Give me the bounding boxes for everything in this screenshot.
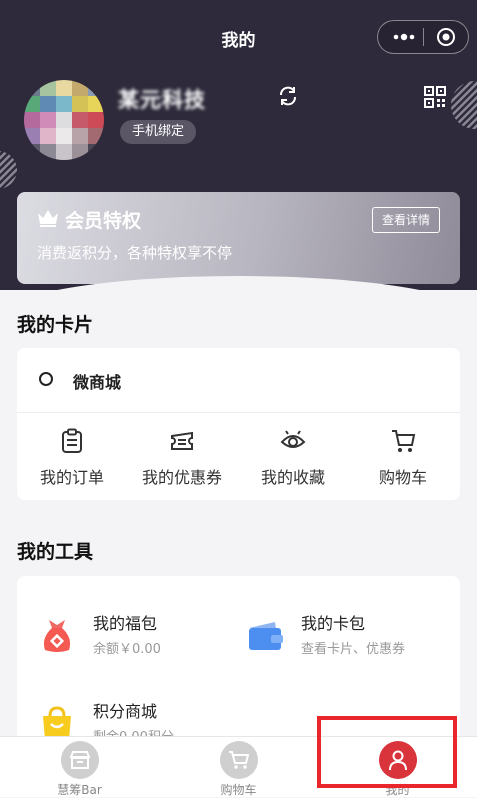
eye-icon: [280, 430, 306, 448]
decor-circle-right: [451, 81, 477, 129]
qr-code-icon[interactable]: [424, 86, 446, 108]
shortcut-cart[interactable]: 购物车: [348, 428, 458, 492]
tab-cart[interactable]: 购物车: [159, 737, 318, 797]
my-tools-heading: 我的工具: [17, 541, 94, 563]
switch-account-icon[interactable]: [276, 84, 300, 108]
shortcut-label: 我的订单: [39, 468, 104, 487]
tab-label: 慧筹Bar: [57, 783, 102, 797]
tool-subtitle: 查看卡片、优惠券: [301, 642, 406, 657]
my-cards-panel: 微商城 我的订单 我的优惠券 我的收藏 购物车: [17, 348, 460, 500]
tool-name: 积分商城: [93, 702, 158, 721]
tab-home-bar[interactable]: 慧筹Bar: [0, 737, 159, 797]
tool-name: 我的福包: [93, 614, 158, 633]
lucky-bag-icon: [43, 620, 71, 652]
order-icon: [62, 428, 82, 453]
my-cards-heading: 我的卡片: [17, 314, 94, 336]
tab-label: 购物车: [220, 783, 257, 797]
username: 某元科技: [118, 88, 206, 112]
tool-lucky-bag[interactable]: 我的福包 余额￥0.00: [37, 610, 227, 660]
store-name: 微商城: [73, 373, 122, 392]
member-privilege-card[interactable]: 会员特权 消费返积分，各种特权享不停 查看详情: [17, 192, 460, 284]
miniprogram-capsule: [377, 20, 469, 54]
shortcut-my-favorites[interactable]: 我的收藏: [238, 428, 348, 492]
shortcut-label: 我的优惠券: [141, 468, 222, 487]
more-icon[interactable]: [391, 27, 417, 47]
store-radio[interactable]: [39, 372, 53, 386]
crown-icon: [38, 210, 58, 227]
highlight-annotation-box: [317, 716, 457, 788]
cart-icon: [219, 741, 258, 779]
shortcut-my-orders[interactable]: 我的订单: [17, 428, 127, 492]
avatar[interactable]: [24, 80, 104, 160]
capsule-divider: [423, 28, 424, 46]
bind-phone-button[interactable]: 手机绑定: [120, 120, 197, 144]
store-row[interactable]: 微商城: [17, 348, 460, 413]
cart-icon: [392, 430, 416, 452]
tool-card-wallet[interactable]: 我的卡包 查看卡片、优惠券: [245, 610, 445, 660]
store-icon: [60, 741, 99, 779]
view-details-button[interactable]: 查看详情: [371, 207, 440, 233]
member-title: 会员特权: [65, 210, 142, 232]
member-subtitle: 消费返积分，各种特权享不停: [37, 244, 233, 262]
tool-name: 我的卡包: [301, 614, 366, 633]
close-target-icon[interactable]: [436, 27, 456, 47]
coupon-icon: [171, 431, 193, 450]
wallet-icon: [249, 622, 283, 650]
shortcut-label: 我的收藏: [260, 468, 325, 487]
tool-subtitle: 余额￥0.00: [93, 642, 161, 657]
shortcut-my-coupons[interactable]: 我的优惠券: [127, 428, 237, 492]
shortcut-label: 购物车: [378, 468, 427, 487]
decor-circle-left: [0, 151, 17, 189]
